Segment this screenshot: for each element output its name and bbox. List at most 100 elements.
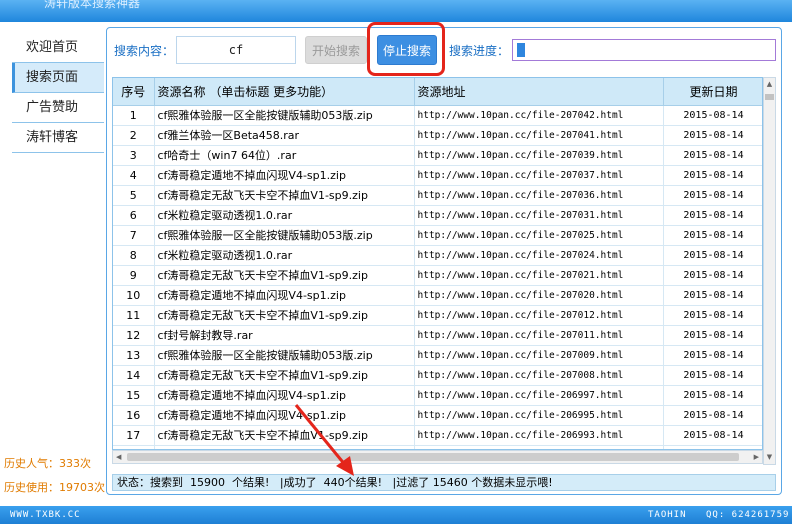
column-header-name[interactable]: 资源名称 （单击标题 更多功能） bbox=[154, 78, 415, 106]
footer-site: WWW.TXBK.CC bbox=[10, 510, 81, 520]
update-date: 2015-08-14 bbox=[663, 165, 762, 186]
sidebar-item-1[interactable]: 欢迎首页 bbox=[12, 33, 104, 63]
vertical-scroll-thumb[interactable] bbox=[765, 94, 774, 100]
results-table-container: 序号 资源名称 （单击标题 更多功能） 资源地址 更新日期 1 cf熙雅体验服一区… bbox=[112, 77, 763, 450]
table-row[interactable]: 11 cf涛哥稳定无敌飞天卡空不掉血V1-sp9.zip http://www.10… bbox=[113, 305, 762, 326]
horizontal-scrollbar[interactable]: ◀ ▶ bbox=[112, 450, 763, 464]
resource-name[interactable]: cf涛哥稳定遁地不掉血闪现V4-sp1.zip bbox=[154, 385, 415, 406]
scroll-down-icon[interactable]: ▼ bbox=[764, 451, 775, 464]
usage-stats: 历史人气：333次 历史使用：19703次 bbox=[4, 452, 105, 500]
resource-name[interactable]: cf涛哥稳定无敌飞天卡空不掉血V1-sp9.zip bbox=[154, 425, 415, 446]
window-title: 涛轩版本搜索神器 bbox=[44, 0, 141, 10]
update-date: 2015-08-14 bbox=[663, 285, 762, 306]
resource-url: http://www.10pan.cc/file-206993.html bbox=[414, 425, 664, 446]
sidebar-item-4[interactable]: 涛轩博客 bbox=[12, 123, 104, 153]
resource-name[interactable]: cf涛哥稳定无敌飞天卡空不掉血V1-sp9.zip bbox=[154, 265, 415, 286]
scroll-up-icon[interactable]: ▲ bbox=[764, 78, 775, 91]
scroll-right-icon[interactable]: ▶ bbox=[754, 451, 759, 463]
row-index: 9 bbox=[113, 265, 155, 286]
vertical-scrollbar[interactable]: ▲ ▼ bbox=[763, 77, 776, 465]
resource-name[interactable]: cf涛哥稳定遁地不掉血闪现V4-sp1.zip bbox=[154, 405, 415, 426]
table-row[interactable]: 17 cf涛哥稳定无敌飞天卡空不掉血V1-sp9.zip http://www.10… bbox=[113, 425, 762, 446]
resource-url: http://www.10pan.cc/file-207012.html bbox=[414, 305, 664, 326]
status-filtered: |过滤了 15460 个数据未显示喂! bbox=[392, 476, 553, 489]
resource-url: http://www.10pan.cc/file-207011.html bbox=[414, 325, 664, 346]
update-date: 2015-08-14 bbox=[663, 405, 762, 426]
table-row[interactable]: 14 cf涛哥稳定无敌飞天卡空不掉血V1-sp9.zip http://www.10… bbox=[113, 365, 762, 386]
resource-url: http://www.10pan.cc/file-207009.html bbox=[414, 345, 664, 366]
footer-author: TAOHIN bbox=[648, 510, 687, 520]
sidebar-item-3[interactable]: 广告赞助 bbox=[12, 93, 104, 123]
update-date: 2015-08-14 bbox=[663, 145, 762, 166]
horizontal-scroll-thumb[interactable] bbox=[127, 453, 739, 461]
table-row[interactable]: 13 cf熙雅体验服一区全能按键版辅助053版.zip http://www.10p… bbox=[113, 345, 762, 366]
resource-name[interactable]: cf涛哥稳定无敌飞天卡空不掉血V1-sp9.zip bbox=[154, 185, 415, 206]
column-header-date[interactable]: 更新日期 bbox=[663, 78, 762, 106]
table-header-row: 序号 资源名称 （单击标题 更多功能） 资源地址 更新日期 bbox=[113, 78, 762, 106]
resource-name[interactable]: cf米粒稳定驱动透视1.0.rar bbox=[154, 245, 415, 266]
update-date: 2015-08-14 bbox=[663, 245, 762, 266]
table-row[interactable]: 15 cf涛哥稳定遁地不掉血闪现V4-sp1.zip http://www.10pa… bbox=[113, 385, 762, 406]
row-index: 10 bbox=[113, 285, 155, 306]
table-row[interactable]: 9 cf涛哥稳定无敌飞天卡空不掉血V1-sp9.zip http://www.10p… bbox=[113, 265, 762, 286]
update-date: 2015-08-14 bbox=[663, 265, 762, 286]
resource-name[interactable]: cf熙雅体验服一区全能按键版辅助053版.zip bbox=[154, 225, 415, 246]
table-row[interactable]: 8 cf米粒稳定驱动透视1.0.rar http://www.10pan.cc/fi… bbox=[113, 245, 762, 266]
column-header-index[interactable]: 序号 bbox=[113, 78, 155, 106]
column-header-url[interactable]: 资源地址 bbox=[414, 78, 664, 106]
resource-name[interactable]: cf涛哥稳定无敌飞天卡空不掉血V1-sp9.zip bbox=[154, 305, 415, 326]
update-date: 2015-08-14 bbox=[663, 425, 762, 446]
resource-url: http://www.10pan.cc/file-207031.html bbox=[414, 205, 664, 226]
status-bar: 状态：搜索到 15900 个结果! |成功了 440个结果! |过滤了 1546… bbox=[112, 474, 776, 491]
resource-url: http://www.10pan.cc/file-207036.html bbox=[414, 185, 664, 206]
table-row[interactable]: 5 cf涛哥稳定无敌飞天卡空不掉血V1-sp9.zip http://www.10p… bbox=[113, 185, 762, 206]
table-row[interactable]: 1 cf熙雅体验服一区全能按键版辅助053版.zip http://www.10pa… bbox=[113, 105, 762, 126]
resource-name[interactable]: cf熙雅体验服一区全能按键版辅助053版.zip bbox=[154, 105, 415, 126]
resource-url: http://www.10pan.cc/file-207024.html bbox=[414, 245, 664, 266]
resource-url: http://www.10pan.cc/file-207025.html bbox=[414, 225, 664, 246]
resource-name[interactable]: cf雅兰体验一区Beta458.rar bbox=[154, 125, 415, 146]
update-date: 2015-08-14 bbox=[663, 305, 762, 326]
table-row[interactable]: 16 cf涛哥稳定遁地不掉血闪现V4-sp1.zip http://www.10pa… bbox=[113, 405, 762, 426]
footer-qq: QQ: 624261759 bbox=[706, 510, 790, 520]
popularity-count: 历史人气：333次 bbox=[4, 457, 91, 470]
resource-name[interactable]: cf封号解封教导.rar bbox=[154, 325, 415, 346]
update-date: 2015-08-14 bbox=[663, 365, 762, 386]
table-row[interactable]: 10 cf涛哥稳定遁地不掉血闪现V4-sp1.zip http://www.10pa… bbox=[113, 285, 762, 306]
resource-name[interactable]: cf涛哥稳定遁地不掉血闪现V4-sp1.zip bbox=[154, 285, 415, 306]
row-index: 12 bbox=[113, 325, 155, 346]
start-search-button[interactable]: 开始搜索 bbox=[305, 36, 367, 64]
resource-url: http://www.10pan.cc/file-207021.html bbox=[414, 265, 664, 286]
results-table: 序号 资源名称 （单击标题 更多功能） 资源地址 更新日期 1 cf熙雅体验服一区… bbox=[113, 78, 762, 449]
row-index: 17 bbox=[113, 425, 155, 446]
stop-search-button[interactable]: 停止搜索 bbox=[377, 35, 437, 65]
resource-name[interactable]: cf涛哥稳定无敌飞天卡空不掉血V1-sp9.zip bbox=[154, 365, 415, 386]
search-input[interactable] bbox=[176, 36, 296, 64]
table-row[interactable]: 12 cf封号解封教导.rar http://www.10pan.cc/file-2… bbox=[113, 325, 762, 346]
table-row[interactable]: 4 cf涛哥稳定遁地不掉血闪现V4-sp1.zip http://www.10pan… bbox=[113, 165, 762, 186]
table-row[interactable]: 3 cf哈奇士（win7 64位）.rar http://www.10pan.cc/… bbox=[113, 145, 762, 166]
table-row[interactable]: 2 cf雅兰体验一区Beta458.rar http://www.10pan.cc/… bbox=[113, 125, 762, 146]
status-searched: 搜索到 15900 个结果! bbox=[150, 476, 270, 489]
row-index: 14 bbox=[113, 365, 155, 386]
status-success: |成功了 440个结果! bbox=[279, 476, 382, 489]
resource-name[interactable]: cf熙雅体验服一区全能按键版辅助053版.zip bbox=[154, 345, 415, 366]
scroll-left-icon[interactable]: ◀ bbox=[116, 451, 121, 463]
resource-url: http://www.10pan.cc/file-207008.html bbox=[414, 365, 664, 386]
row-index: 3 bbox=[113, 145, 155, 166]
row-index: 2 bbox=[113, 125, 155, 146]
resource-url: http://www.10pan.cc/file-206995.html bbox=[414, 405, 664, 426]
table-row[interactable]: 6 cf米粒稳定驱动透视1.0.rar http://www.10pan.cc/fi… bbox=[113, 205, 762, 226]
resource-name[interactable]: cf哈奇士（win7 64位）.rar bbox=[154, 145, 415, 166]
row-index: 15 bbox=[113, 385, 155, 406]
update-date: 2015-08-14 bbox=[663, 225, 762, 246]
search-label: 搜索内容： bbox=[114, 44, 175, 58]
sidebar-nav: 欢迎首页 搜索页面 广告赞助 涛轩博客 bbox=[12, 33, 104, 153]
row-index: 8 bbox=[113, 245, 155, 266]
update-date: 2015-08-14 bbox=[663, 125, 762, 146]
resource-url: http://www.10pan.cc/file-207042.html bbox=[414, 105, 664, 126]
sidebar-item-2[interactable]: 搜索页面 bbox=[12, 63, 104, 93]
resource-name[interactable]: cf涛哥稳定遁地不掉血闪现V4-sp1.zip bbox=[154, 165, 415, 186]
table-row[interactable]: 7 cf熙雅体验服一区全能按键版辅助053版.zip http://www.10pa… bbox=[113, 225, 762, 246]
resource-name[interactable]: cf米粒稳定驱动透视1.0.rar bbox=[154, 205, 415, 226]
